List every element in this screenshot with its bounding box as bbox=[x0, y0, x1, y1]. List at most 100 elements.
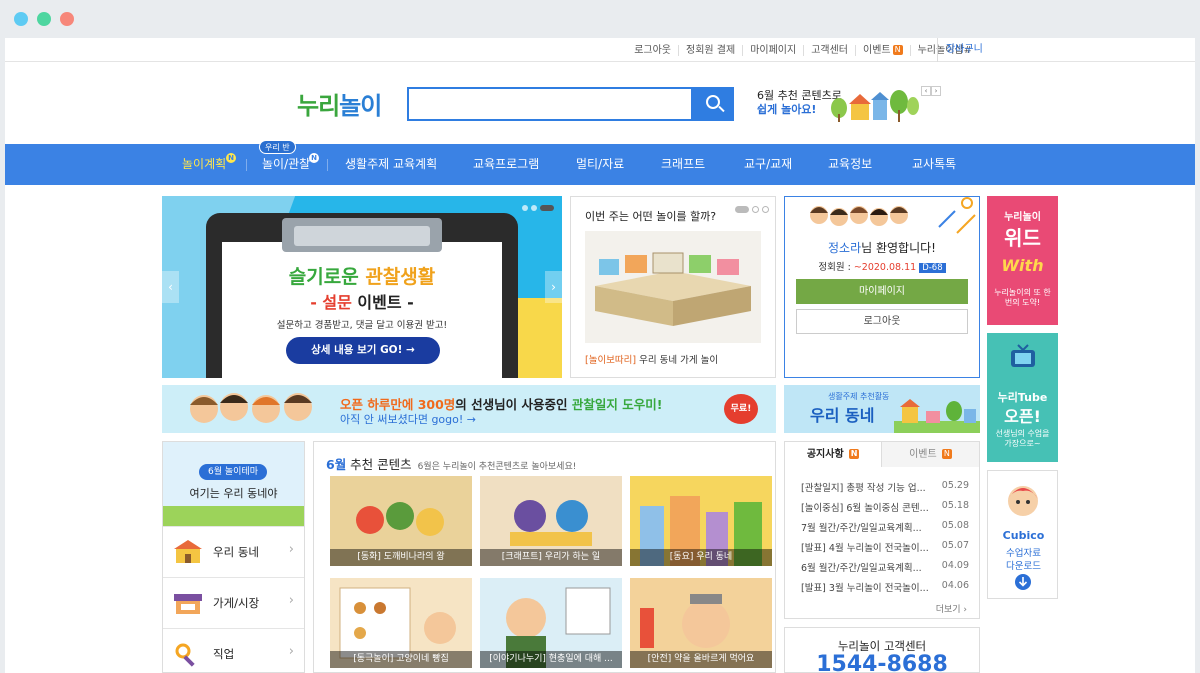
nav-education-program[interactable]: 교육프로그램 bbox=[473, 144, 539, 185]
logout-link[interactable]: 로그아웃 bbox=[627, 45, 678, 56]
recommended-heading: 6월 추천 콘텐츠 6월은 누리놀이 추천콘텐츠로 놀아보세요! bbox=[326, 454, 576, 473]
nav-education-info[interactable]: 교육정보 bbox=[828, 144, 872, 185]
content-thumb[interactable]: [크래프트] 우리가 하는 일 bbox=[480, 476, 622, 566]
content-thumb[interactable]: [이야기나누기] 현충일에 대해 ... bbox=[480, 578, 622, 668]
cubico-desc-1: 수업자료 bbox=[1006, 548, 1041, 559]
tab-event-label: 이벤트 bbox=[909, 449, 937, 460]
nuritube-title: 오픈! bbox=[1004, 407, 1041, 426]
mypage-link[interactable]: 마이페이지 bbox=[742, 44, 803, 56]
utility-links: 로그아웃 정회원 결제 마이페이지 고객센터 이벤트 N 누리놀이샵# bbox=[627, 38, 979, 62]
main-banner[interactable]: 슬기로운 관찰생활 - 설문 이벤트 - 설문하고 경품받고, 댓글 달고 이용… bbox=[162, 196, 562, 378]
search-input[interactable] bbox=[407, 87, 693, 121]
customer-center-phone[interactable]: 1544-8688 bbox=[785, 652, 979, 672]
strip-subline: 아직 안 써보셨다면 gogo! → bbox=[340, 413, 476, 426]
window-maximize-dot[interactable] bbox=[37, 12, 51, 26]
pager-dot[interactable] bbox=[522, 205, 528, 211]
banner-prev-button[interactable]: ‹ bbox=[162, 271, 179, 303]
utility-bar: 로그아웃 정회원 결제 마이페이지 고객센터 이벤트 N 누리놀이샵# 장바구니 bbox=[5, 38, 1195, 62]
logout-button[interactable]: 로그아웃 bbox=[796, 309, 968, 334]
village-banner-title: 우리 동네 bbox=[810, 406, 875, 425]
nuritube-banner[interactable]: 누리Tube 오픈! 선생님의 수업을 가장으로~ bbox=[987, 333, 1058, 462]
promo-prev-button[interactable]: ‹ bbox=[921, 86, 931, 96]
mypage-button[interactable]: 마이페이지 bbox=[796, 279, 968, 304]
weekly-play-caption[interactable]: [놀이보따리] 우리 동네 가게 놀이 bbox=[585, 352, 718, 366]
pager-dot[interactable] bbox=[762, 206, 769, 213]
notice-item[interactable]: [놀이중심] 6월 놀이중심 콘텐... 05.18 bbox=[801, 500, 969, 514]
with-logo: With bbox=[1001, 256, 1044, 275]
notice-title: 7월 월간/주간/일일교육계획... bbox=[801, 523, 922, 534]
notice-item[interactable]: [관찰일지] 총평 작성 기능 업... 05.29 bbox=[801, 480, 969, 494]
nav-multi-material[interactable]: 멀티/자료 bbox=[576, 144, 624, 185]
customer-center-link[interactable]: 고객센터 bbox=[803, 44, 855, 56]
cubico-banner[interactable]: Cubico 수업자료 다운로드 bbox=[987, 470, 1058, 599]
content-thumb[interactable]: [동화] 도깨비나라의 왕 bbox=[330, 476, 472, 566]
membership-label: 정회원 : bbox=[818, 262, 854, 273]
theme-item-job[interactable]: 직업 › bbox=[163, 628, 304, 672]
theme-item-label: 가게/시장 bbox=[213, 596, 260, 610]
notice-date: 05.07 bbox=[941, 540, 969, 551]
notice-item[interactable]: 6월 월간/주간/일일교육계획... 04.09 bbox=[801, 560, 969, 574]
notice-date: 05.08 bbox=[941, 520, 969, 531]
promo-arrows: ‹ › bbox=[921, 86, 941, 96]
notice-item[interactable]: [발표] 4월 누리놀이 전국놀이... 05.07 bbox=[801, 540, 969, 554]
tab-event[interactable]: 이벤트 N bbox=[882, 442, 979, 467]
strip-headline-a: 오픈 하루만에 300명 bbox=[340, 397, 456, 412]
store-icon bbox=[174, 594, 202, 614]
nav-play-plan[interactable]: 놀이계획 bbox=[182, 144, 226, 185]
window-close-dot[interactable] bbox=[60, 12, 74, 26]
banner-subtitle-b: 이벤트 - bbox=[351, 293, 414, 312]
observation-helper-banner[interactable]: 오픈 하루만에 300명의 선생님이 사용중인 관찰일지 도우미! 아직 안 써… bbox=[162, 385, 776, 433]
our-village-banner[interactable]: 생활주제 추천활동 우리 동네 bbox=[784, 385, 980, 433]
customer-center-box: 누리놀이 고객센터 1544-8688 bbox=[784, 627, 980, 673]
notice-date: 05.29 bbox=[941, 480, 969, 491]
window-minimize-dot[interactable] bbox=[14, 12, 28, 26]
nav-craft[interactable]: 크래프트 bbox=[661, 144, 705, 185]
content-caption: [동화] 도깨비나라의 왕 bbox=[330, 549, 472, 566]
event-link[interactable]: 이벤트 N bbox=[855, 44, 910, 56]
content-thumb[interactable]: [동극놀이] 고양이네 빵집 bbox=[330, 578, 472, 668]
tab-notice[interactable]: 공지사항 N bbox=[785, 442, 882, 467]
banner-pager bbox=[522, 205, 554, 211]
promo-next-button[interactable]: › bbox=[931, 86, 941, 96]
with-banner[interactable]: 누리놀이 위드 With 누리놀이의 또 한번의 도약! bbox=[987, 196, 1058, 325]
content-caption: [안전] 약을 올바르게 먹어요 bbox=[630, 651, 772, 668]
weekly-play-card[interactable]: 이번 주는 어떤 놀이를 할까? [놀이보따리] 우리 동네 가게 놀이 bbox=[570, 196, 776, 378]
pager-dot[interactable] bbox=[752, 206, 759, 213]
pager-dot[interactable] bbox=[531, 205, 537, 211]
tv-icon bbox=[1011, 344, 1035, 367]
recommended-contents: 6월 추천 콘텐츠 6월은 누리놀이 추천콘텐츠로 놀아보세요! [동화] 도깨비… bbox=[313, 441, 776, 673]
pager-dot-active[interactable] bbox=[540, 205, 554, 211]
our-class-badge: 우리 반 bbox=[259, 140, 296, 154]
kids-illustration bbox=[810, 206, 908, 226]
welcome-greeting: 정소라님 환영합니다! bbox=[785, 239, 979, 256]
nav-life-theme[interactable]: 생활주제 교육계획 bbox=[345, 144, 437, 185]
kids-illustration bbox=[190, 393, 312, 423]
play-theme-panel: 6월 놀이테마 여기는 우리 동네야 우리 동네 › 가게/시장 › 직업 › bbox=[162, 441, 305, 673]
notice-item[interactable]: [발표] 3월 누리놀이 전국놀이... 04.06 bbox=[801, 580, 969, 594]
notice-item[interactable]: 7월 월간/주간/일일교육계획... 05.08 bbox=[801, 520, 969, 534]
site-logo[interactable]: 누리놀이 bbox=[297, 86, 382, 121]
banner-next-button[interactable]: › bbox=[545, 271, 562, 303]
cubico-logo: Cubico bbox=[1002, 529, 1045, 542]
nav-teaching-aids[interactable]: 교구/교재 bbox=[744, 144, 792, 185]
village-banner-small: 생활주제 추천활동 bbox=[828, 392, 890, 401]
window-chrome bbox=[0, 0, 1200, 38]
theme-item-neighborhood[interactable]: 우리 동네 › bbox=[163, 526, 304, 577]
recommended-title: 추천 콘텐츠 bbox=[346, 457, 412, 472]
cart-link[interactable]: 장바구니 bbox=[937, 38, 983, 62]
search-button[interactable] bbox=[693, 87, 734, 121]
theme-item-market[interactable]: 가게/시장 › bbox=[163, 577, 304, 628]
pager-dot-active[interactable] bbox=[735, 206, 749, 213]
new-badge: N bbox=[226, 153, 236, 163]
content-thumb[interactable]: [동요] 우리 동네 bbox=[630, 476, 772, 566]
banner-detail-button[interactable]: 상세 내용 보기 GO! → bbox=[286, 337, 440, 364]
notice-board: 공지사항 N 이벤트 N [관찰일지] 총평 작성 기능 업... 05.29 [… bbox=[784, 441, 980, 619]
membership-payment-link[interactable]: 정회원 결제 bbox=[678, 44, 742, 56]
banner-subtitle-a: - 설문 bbox=[310, 293, 352, 312]
with-banner-top: 누리놀이 bbox=[1004, 212, 1041, 223]
chevron-right-icon: › bbox=[288, 542, 294, 557]
more-link[interactable]: 더보기 › bbox=[936, 602, 967, 615]
nav-teacher-talk[interactable]: 교사톡톡 bbox=[912, 144, 956, 185]
with-banner-title: 위드 bbox=[1004, 226, 1041, 250]
content-thumb[interactable]: [안전] 약을 올바르게 먹어요 bbox=[630, 578, 772, 668]
